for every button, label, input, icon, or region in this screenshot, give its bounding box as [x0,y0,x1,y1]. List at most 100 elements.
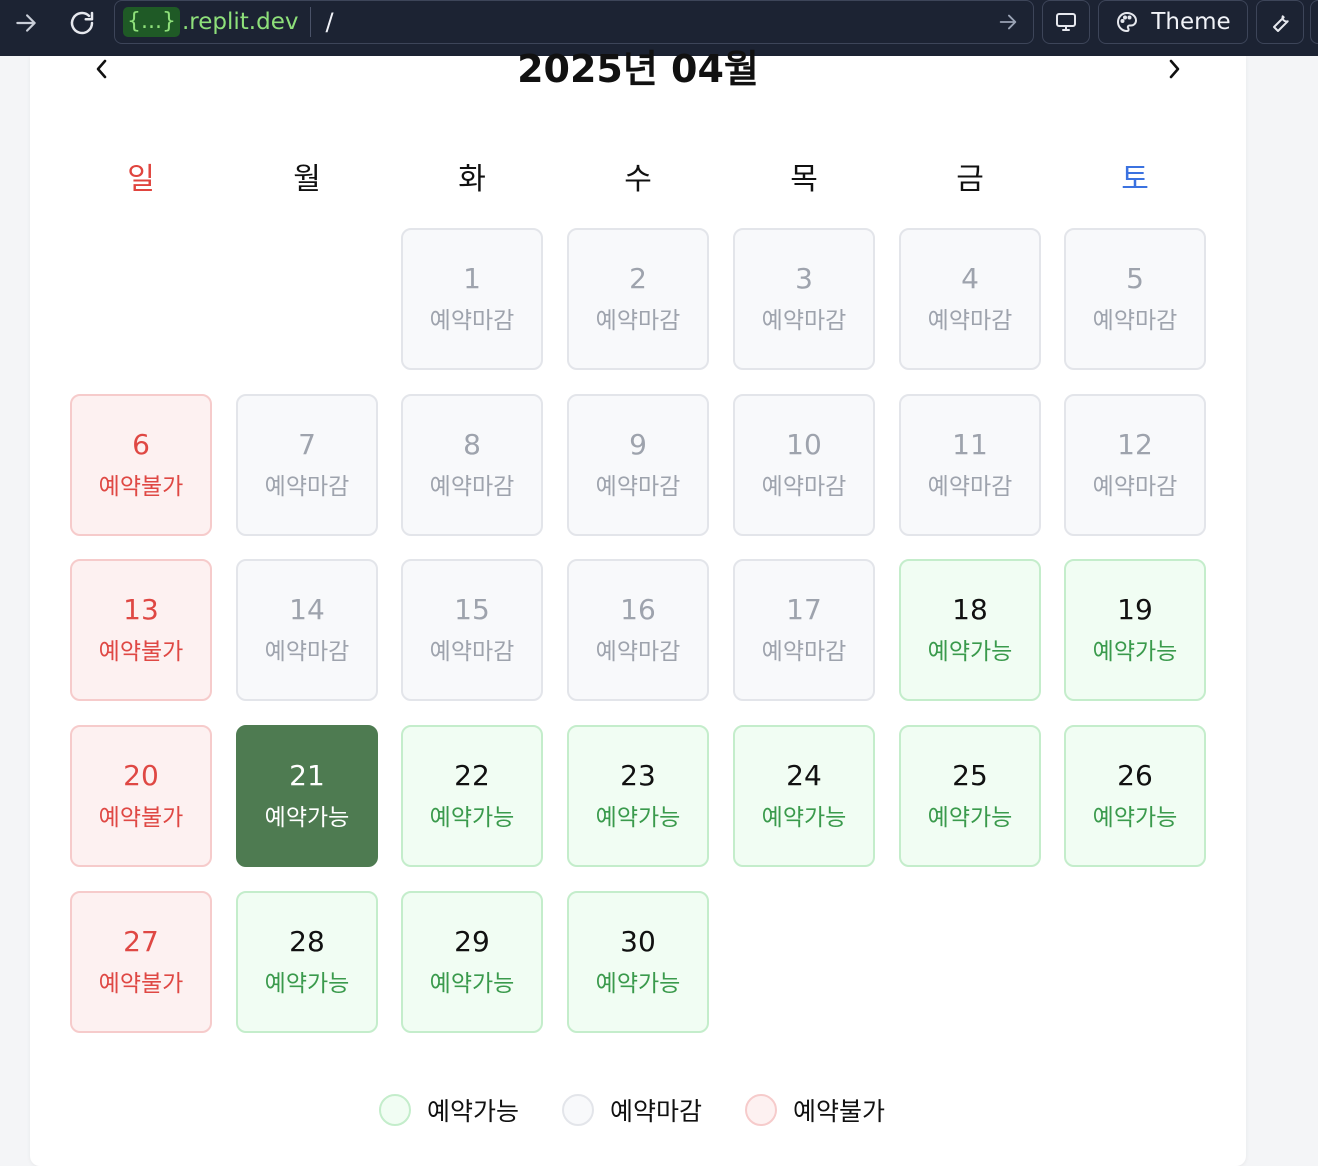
day-cell[interactable]: 14 예약마감 [236,559,378,701]
forward-button[interactable] [10,8,42,38]
day-number: 25 [952,759,988,792]
day-cell[interactable]: 23 예약가능 [567,725,709,867]
day-number: 21 [289,759,325,792]
day-status: 예약가능 [264,971,350,997]
monitor-icon [1056,13,1076,31]
day-number: 2 [629,262,647,295]
day-status: 예약마감 [761,639,847,665]
day-number: 30 [620,925,656,958]
reload-icon [70,11,94,35]
day-cell[interactable]: 15 예약마감 [401,559,543,701]
day-cell[interactable]: 27 예약불가 [70,891,212,1033]
day-number: 13 [123,593,159,626]
day-status: 예약가능 [429,805,515,831]
legend-label-unavailable: 예약불가 [793,1097,886,1126]
reload-button[interactable] [64,6,100,40]
day-status: 예약마감 [429,308,515,334]
day-cell[interactable]: 2 예약마감 [567,228,709,370]
day-number: 23 [620,759,656,792]
next-month-button[interactable] [1154,56,1194,82]
day-cell[interactable]: 28 예약가능 [236,891,378,1033]
day-number: 11 [952,428,988,461]
day-cell[interactable]: 12 예약마감 [1064,394,1206,536]
day-number: 24 [786,759,822,792]
day-cell[interactable]: 5 예약마감 [1064,228,1206,370]
legend-swatch-closed [562,1094,594,1126]
day-number: 18 [952,593,988,626]
day-number: 15 [454,593,490,626]
weekday-monday: 월 [293,162,321,197]
day-status: 예약가능 [264,805,350,831]
day-status: 예약마감 [927,474,1013,500]
day-number: 6 [132,428,150,461]
day-number: 9 [629,428,647,461]
day-number: 14 [289,593,325,626]
url-bar[interactable]: {...} .replit.dev / [114,0,1034,44]
day-cell[interactable]: 21 예약가능 [236,725,378,867]
day-cell[interactable]: 29 예약가능 [401,891,543,1033]
weekday-saturday: 토 [1121,162,1149,197]
day-status: 예약마감 [927,308,1013,334]
day-number: 7 [298,428,316,461]
day-cell[interactable]: 13 예약불가 [70,559,212,701]
day-cell[interactable]: 18 예약가능 [899,559,1041,701]
day-cell[interactable]: 20 예약불가 [70,725,212,867]
day-number: 10 [786,428,822,461]
day-cell[interactable]: 25 예약가능 [899,725,1041,867]
day-cell[interactable]: 8 예약마감 [401,394,543,536]
legend-label-closed: 예약마감 [610,1097,703,1126]
day-number: 5 [1126,262,1144,295]
weekday-friday: 금 [956,162,984,197]
day-cell[interactable]: 10 예약마감 [733,394,875,536]
url-domain: .replit.dev [181,9,299,35]
day-cell[interactable]: 24 예약가능 [733,725,875,867]
day-status: 예약가능 [595,805,681,831]
theme-button[interactable]: Theme [1098,0,1248,44]
day-cell[interactable]: 7 예약마감 [236,394,378,536]
day-status: 예약마감 [264,639,350,665]
weekday-thursday: 목 [790,162,818,197]
day-cell[interactable]: 30 예약가능 [567,891,709,1033]
url-path[interactable]: / [325,8,333,36]
palette-icon [1117,12,1138,32]
toolbar-overflow[interactable] [1310,0,1318,44]
day-number: 29 [454,925,490,958]
legend-swatch-available [379,1094,411,1126]
day-status: 예약불가 [98,971,184,997]
day-cell[interactable]: 26 예약가능 [1064,725,1206,867]
day-cell[interactable]: 9 예약마감 [567,394,709,536]
day-cell[interactable]: 22 예약가능 [401,725,543,867]
day-status: 예약마감 [264,474,350,500]
day-status: 예약마감 [1092,308,1178,334]
url-divider [310,7,312,37]
day-cell[interactable]: 6 예약불가 [70,394,212,536]
day-cell[interactable]: 11 예약마감 [899,394,1041,536]
devices-button[interactable] [1042,0,1090,44]
day-number: 3 [795,262,813,295]
day-status: 예약불가 [98,639,184,665]
day-cell[interactable]: 19 예약가능 [1064,559,1206,701]
day-number: 27 [123,925,159,958]
day-status: 예약가능 [927,805,1013,831]
day-number: 12 [1117,428,1153,461]
day-status: 예약가능 [1092,639,1178,665]
go-arrow-icon[interactable] [995,9,1021,35]
replit-dev-badge: {...} [123,7,180,37]
day-cell[interactable]: 17 예약마감 [733,559,875,701]
day-status: 예약마감 [429,474,515,500]
calendar-card: 2025년 04월 일 월 화 수 목 금 토 1 예약마감 2 예약마감 3 예약마감 4… [30,47,1246,1166]
month-title: 2025년 04월 [517,47,759,91]
legend: 예약가능 예약마감 예약불가 [30,1090,1246,1130]
tools-button[interactable] [1256,0,1304,44]
chevron-right-icon [1169,59,1180,79]
day-cell[interactable]: 16 예약마감 [567,559,709,701]
day-status: 예약마감 [429,639,515,665]
day-cell[interactable]: 3 예약마감 [733,228,875,370]
day-cell[interactable]: 4 예약마감 [899,228,1041,370]
day-number: 4 [961,262,979,295]
legend-label-available: 예약가능 [427,1097,520,1126]
legend-item-unavailable: 예약불가 [745,1090,885,1130]
day-cell[interactable]: 1 예약마감 [401,228,543,370]
day-status: 예약불가 [98,474,184,500]
day-number: 22 [454,759,490,792]
